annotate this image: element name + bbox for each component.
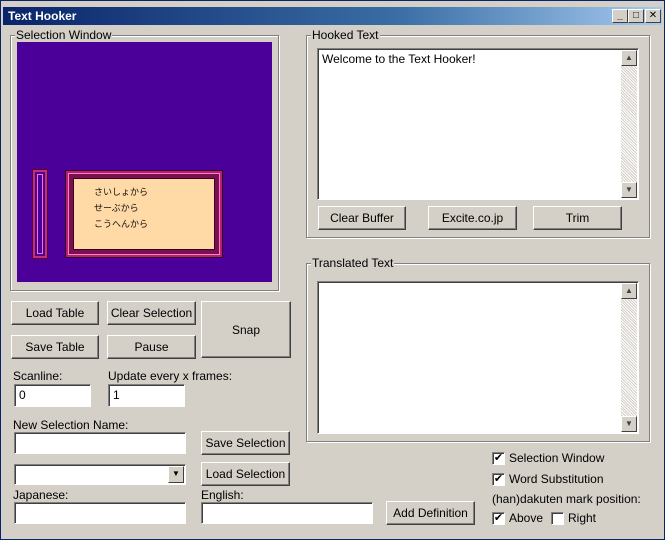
word-substitution-option-label: Word Substitution — [509, 472, 604, 486]
right-checkbox[interactable] — [551, 512, 564, 525]
close-button[interactable]: ✕ — [645, 9, 661, 23]
save-table-button[interactable]: Save Table — [11, 335, 99, 359]
english-label: English: — [201, 488, 244, 502]
minimize-button[interactable]: _ — [612, 9, 628, 23]
translated-text-scrollbar[interactable]: ▲ ▼ — [621, 283, 637, 432]
hooked-text-label: Hooked Text — [311, 28, 380, 42]
selection-window-checkbox[interactable]: ✔ — [492, 452, 505, 465]
update-frames-input[interactable]: 1 — [108, 384, 185, 407]
add-definition-button[interactable]: Add Definition — [386, 501, 475, 525]
game-menu: さいしょから せーぶから こうへんから — [73, 178, 215, 250]
translated-text-area[interactable]: ▲ ▼ — [317, 281, 639, 434]
scroll-up-icon[interactable]: ▲ — [621, 50, 637, 66]
japanese-label: Japanese: — [13, 488, 69, 502]
scroll-down-icon[interactable]: ▼ — [621, 416, 637, 432]
app-window: Text Hooker _ □ ✕ Selection Window さいしょか… — [0, 0, 665, 540]
game-menu-line: さいしょから — [94, 188, 149, 198]
excite-button[interactable]: Excite.co.jp — [428, 206, 517, 230]
selection-window-label: Selection Window — [15, 28, 113, 42]
selection-window-view[interactable]: さいしょから せーぶから こうへんから — [17, 42, 272, 282]
new-selection-name-input[interactable] — [14, 432, 186, 454]
word-substitution-checkbox[interactable]: ✔ — [492, 473, 505, 486]
above-option-label: Above — [509, 511, 544, 525]
snap-button[interactable]: Snap — [201, 301, 291, 358]
update-frames-label: Update every x frames: — [108, 369, 233, 383]
chevron-down-icon[interactable]: ▼ — [168, 466, 184, 483]
load-table-button[interactable]: Load Table — [11, 301, 99, 325]
game-menu-frame: さいしょから せーぶから こうへんから — [65, 170, 223, 258]
trim-button[interactable]: Trim — [533, 206, 622, 230]
scanline-label: Scanline: — [13, 369, 63, 383]
selection-window-option-label: Selection Window — [509, 451, 605, 465]
clear-selection-button[interactable]: Clear Selection — [107, 301, 196, 325]
title-bar[interactable]: Text Hooker _ □ ✕ — [3, 7, 662, 25]
japanese-input[interactable] — [14, 502, 186, 524]
scroll-down-icon[interactable]: ▼ — [621, 182, 637, 198]
hooked-text-content: Welcome to the Text Hooker! — [322, 52, 476, 66]
selection-dropdown[interactable]: ▼ — [14, 464, 186, 485]
save-selection-button[interactable]: Save Selection — [201, 431, 290, 455]
clear-buffer-button[interactable]: Clear Buffer — [318, 206, 406, 230]
window-title: Text Hooker — [8, 9, 77, 23]
pause-button[interactable]: Pause — [107, 335, 196, 359]
pillar-inner — [37, 174, 43, 254]
game-pillar-decoration — [32, 169, 48, 259]
english-input[interactable] — [201, 502, 373, 524]
new-selection-name-label: New Selection Name: — [13, 418, 129, 432]
game-menu-line: せーぶから — [94, 204, 139, 214]
scanline-input[interactable]: 0 — [14, 384, 91, 407]
game-menu-border: さいしょから せーぶから こうへんから — [68, 173, 220, 255]
scroll-up-icon[interactable]: ▲ — [621, 283, 637, 299]
above-checkbox[interactable]: ✔ — [492, 512, 505, 525]
translated-text-label: Translated Text — [311, 256, 395, 270]
hooked-text-scrollbar[interactable]: ▲ ▼ — [621, 50, 637, 198]
load-selection-button[interactable]: Load Selection — [201, 462, 290, 486]
dakuten-position-label: (han)dakuten mark position: — [492, 492, 641, 506]
hooked-text-area[interactable]: Welcome to the Text Hooker! ▲ ▼ — [317, 48, 639, 200]
game-menu-line: こうへんから — [94, 220, 149, 230]
right-option-label: Right — [568, 511, 597, 525]
maximize-button[interactable]: □ — [628, 9, 644, 23]
